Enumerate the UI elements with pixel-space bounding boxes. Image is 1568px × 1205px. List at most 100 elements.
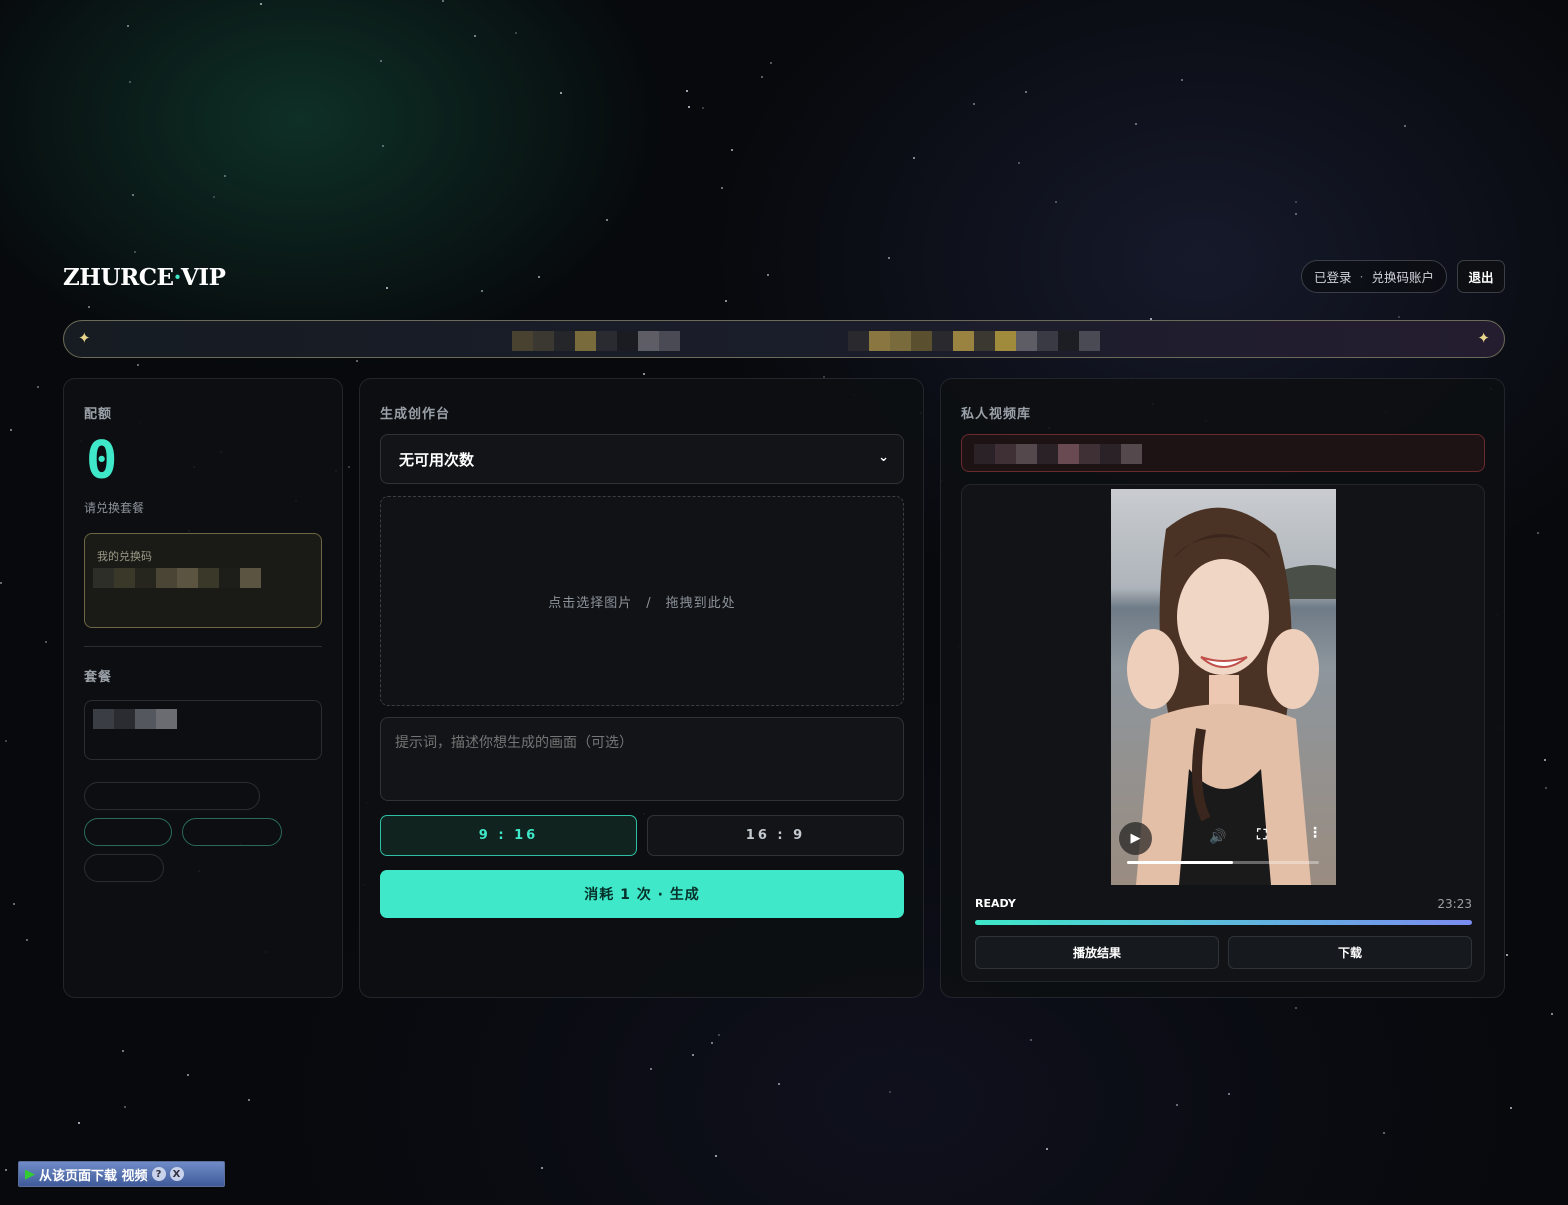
star-dot <box>1181 79 1183 81</box>
video-player-card: ▶ 🔊 ⛶ ⋮ READY 23:23 播放结果 下载 <box>961 484 1485 982</box>
star-dot <box>187 1074 189 1076</box>
quota-select[interactable]: 无可用次数 ⌄ <box>380 434 904 484</box>
play-result-button[interactable]: 播放结果 <box>975 936 1219 969</box>
star-dot <box>1295 1007 1297 1009</box>
video-player[interactable]: ▶ 🔊 ⛶ ⋮ <box>1111 489 1336 885</box>
star-dot <box>686 90 688 92</box>
star-dot <box>356 360 358 362</box>
star-dot <box>711 1042 713 1044</box>
video-library-panel: 私人视频库 ▶ 🔊 ⛶ ⋮ READY 23:23 播放结果 下载 <box>940 378 1505 998</box>
image-dropzone[interactable]: 点击选择图片 / 拖拽到此处 <box>380 496 904 706</box>
redacted-banner-text <box>848 331 1100 351</box>
quota-title: 配额 <box>84 407 113 422</box>
star-dot <box>702 107 704 109</box>
error-message-bar <box>961 434 1485 472</box>
login-status: 已登录 <box>1313 270 1352 285</box>
task-time: 23:23 <box>1437 897 1472 911</box>
star-dot <box>224 175 226 177</box>
account-type: 兑换码账户 <box>1371 270 1434 285</box>
star-dot <box>1228 1093 1230 1095</box>
star-dot <box>770 62 772 64</box>
star-dot <box>889 1091 891 1093</box>
plan-chip[interactable] <box>84 854 164 882</box>
star-dot <box>213 196 215 198</box>
star-dot <box>1537 532 1539 534</box>
plan-chip[interactable] <box>84 782 260 810</box>
star-dot <box>715 1155 717 1157</box>
star-dot <box>778 1083 780 1085</box>
star-dot <box>5 1169 7 1171</box>
select-value: 无可用次数 <box>399 450 475 469</box>
redeem-code-label: 我的兑换码 <box>97 550 152 563</box>
plans-title: 套餐 <box>84 670 113 685</box>
ratio-16-9-button[interactable]: 16 : 9 <box>647 815 904 856</box>
star-dot <box>718 1034 720 1036</box>
volume-icon[interactable]: 🔊 <box>1209 829 1226 845</box>
prompt-input[interactable] <box>380 717 904 801</box>
star-dot <box>382 145 384 147</box>
quota-count: 0 <box>86 431 118 491</box>
star-dot <box>973 103 975 105</box>
plan-option[interactable] <box>84 700 322 760</box>
star-dot <box>132 194 134 196</box>
star-dot <box>129 81 131 83</box>
redacted-plan <box>93 709 177 729</box>
star-dot <box>1383 1132 1385 1134</box>
video-download-widget[interactable]: ▶ 从该页面下载 视频 ? X <box>18 1161 225 1187</box>
fullscreen-icon[interactable]: ⛶ <box>1257 827 1267 843</box>
more-options-icon[interactable]: ⋮ <box>1308 825 1322 841</box>
sparkle-icon: ✦ <box>78 329 91 347</box>
play-icon[interactable]: ▶ <box>1119 822 1152 855</box>
task-progress-fill <box>975 920 1472 925</box>
star-dot <box>442 0 444 2</box>
star-dot <box>1018 162 1020 164</box>
top-bar: ZHURCE·VIP 已登录 · 兑换码账户 退出 <box>63 258 1505 296</box>
star-dot <box>26 939 28 941</box>
star-dot <box>1544 759 1546 761</box>
star-dot <box>1545 787 1547 789</box>
redacted-error-text <box>974 444 1142 464</box>
star-dot <box>127 25 129 27</box>
star-dot <box>692 1054 694 1056</box>
logout-button[interactable]: 退出 <box>1457 260 1505 293</box>
star-dot <box>721 187 723 189</box>
star-dot <box>1046 1148 1048 1150</box>
creation-studio-panel: 生成创作台 无可用次数 ⌄ 点击选择图片 / 拖拽到此处 9 : 16 16 :… <box>359 378 924 998</box>
star-dot <box>10 429 12 431</box>
star-dot <box>1506 954 1508 956</box>
star-dot <box>248 1099 250 1101</box>
help-icon[interactable]: ? <box>151 1167 166 1181</box>
brand-logo[interactable]: ZHURCE·VIP <box>63 264 226 291</box>
redacted-code <box>93 568 261 588</box>
plan-chip[interactable] <box>84 818 172 846</box>
star-dot <box>1055 201 1057 203</box>
redeem-code-box[interactable]: 我的兑换码 <box>84 533 322 628</box>
sparkle-icon: ✦ <box>1477 329 1490 347</box>
star-dot <box>45 641 47 643</box>
star-dot <box>88 306 90 308</box>
star-dot <box>731 149 733 151</box>
plan-chip[interactable] <box>182 818 282 846</box>
quota-panel: 配额 0 请兑换套餐 我的兑换码 套餐 <box>63 378 343 998</box>
star-dot <box>5 740 7 742</box>
announcement-banner: ✦ ✦ <box>63 320 1505 358</box>
download-button[interactable]: 下载 <box>1228 936 1472 969</box>
account-status-pill: 已登录 · 兑换码账户 <box>1300 260 1447 293</box>
star-dot <box>1551 1013 1553 1015</box>
star-dot <box>1176 1104 1178 1106</box>
star-dot <box>1135 123 1137 125</box>
ratio-9-16-button[interactable]: 9 : 16 <box>380 815 637 856</box>
status-separator: · <box>1359 269 1364 284</box>
generate-button[interactable]: 消耗 1 次 · 生成 <box>380 870 904 918</box>
task-status: READY <box>975 897 1016 910</box>
close-icon[interactable]: X <box>169 1167 184 1181</box>
star-dot <box>1295 201 1297 203</box>
studio-title: 生成创作台 <box>380 407 451 422</box>
star-dot <box>1295 213 1297 215</box>
star-dot <box>122 1050 124 1052</box>
star-dot <box>606 219 608 221</box>
video-seek-bar[interactable] <box>1127 861 1319 864</box>
widget-label: 从该页面下载 视频 <box>39 1168 148 1184</box>
star-dot <box>1404 125 1406 127</box>
star-dot <box>913 157 915 159</box>
